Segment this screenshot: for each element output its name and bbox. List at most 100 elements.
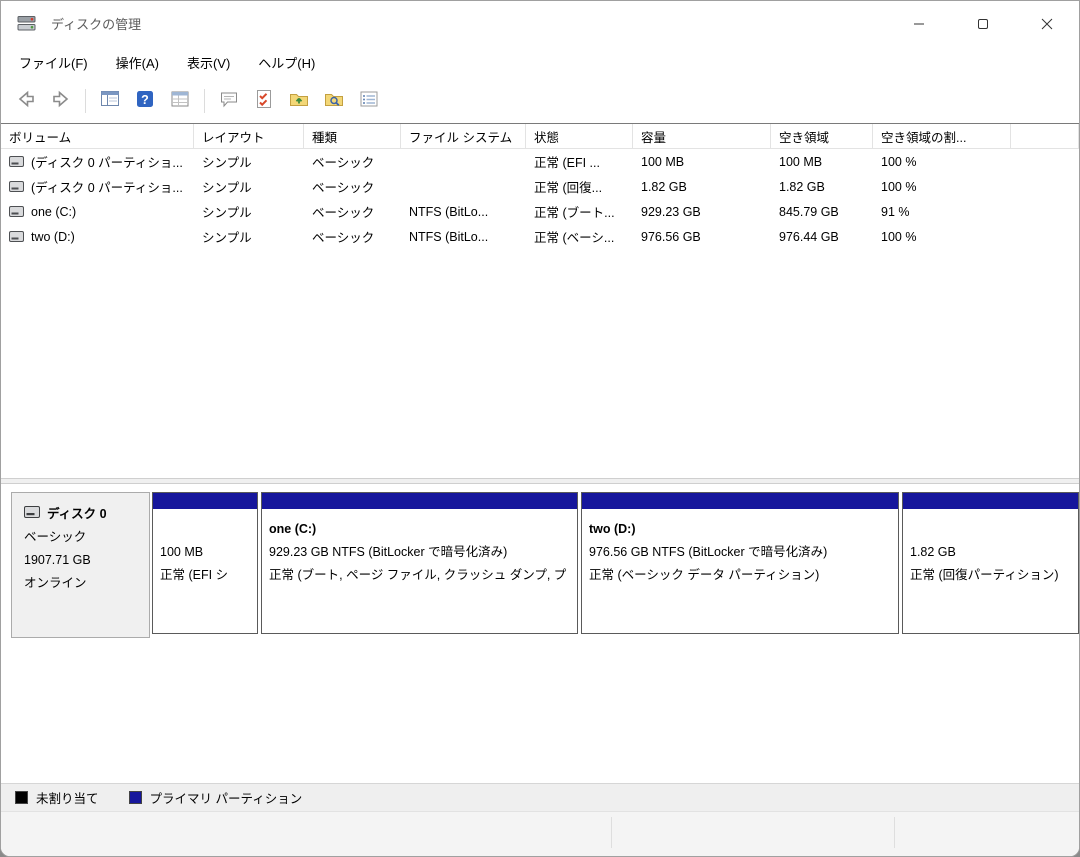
close-button[interactable] <box>1015 1 1079 46</box>
window-title: ディスクの管理 <box>51 14 141 33</box>
volume-row-recovery[interactable]: (ディスク 0 パーティショ... シンプル ベーシック 正常 (回復... 1… <box>1 174 1079 199</box>
column-header-file-system[interactable]: ファイル システム <box>401 124 526 148</box>
app-icon <box>17 15 39 33</box>
back-arrow-icon <box>15 88 37 115</box>
cell-file-system <box>401 149 526 174</box>
back-button[interactable] <box>11 86 41 116</box>
help-button[interactable]: ? <box>130 86 160 116</box>
cell-free-space: 845.79 GB <box>771 199 873 224</box>
cell-file-system <box>401 174 526 199</box>
cell-capacity: 976.56 GB <box>633 224 771 249</box>
cell-percent-free: 100 % <box>873 174 1011 199</box>
menu-help[interactable]: ヘルプ(H) <box>248 48 325 77</box>
action-pane-button[interactable] <box>214 86 244 116</box>
column-header-free-space[interactable]: 空き領域 <box>771 124 873 148</box>
disk-name: ディスク 0 <box>47 503 107 526</box>
partition-one-c[interactable]: one (C:) 929.23 GB NTFS (BitLocker で暗号化済… <box>261 492 578 634</box>
column-header-type[interactable]: 種類 <box>304 124 401 148</box>
forward-button[interactable] <box>46 86 76 116</box>
column-header-filler <box>1011 124 1079 148</box>
column-header-percent-free[interactable]: 空き領域の割... <box>873 124 1011 148</box>
unallocated-swatch <box>15 791 28 804</box>
partition-title <box>160 518 250 541</box>
volume-name: one (C:) <box>31 205 76 219</box>
forward-arrow-icon <box>50 88 72 115</box>
status-divider <box>894 817 895 848</box>
volume-name: (ディスク 0 パーティショ... <box>31 152 183 171</box>
column-header-layout[interactable]: レイアウト <box>194 124 304 148</box>
toolbar-separator <box>85 89 86 113</box>
minimize-button[interactable] <box>887 1 951 46</box>
disk-status: オンライン <box>24 572 149 595</box>
cell-filler <box>1011 149 1079 174</box>
partition-size: 929.23 GB NTFS (BitLocker で暗号化済み) <box>269 541 570 564</box>
details-view-button[interactable] <box>354 86 384 116</box>
partition-two-d[interactable]: two (D:) 976.56 GB NTFS (BitLocker で暗号化済… <box>581 492 899 634</box>
partition-status: 正常 (ブート, ページ ファイル, クラッシュ ダンプ, プ <box>269 564 570 587</box>
find-button[interactable] <box>319 86 349 116</box>
cell-filler <box>1011 174 1079 199</box>
svg-text:?: ? <box>141 93 149 107</box>
menubar: ファイル(F) 操作(A) 表示(V) ヘルプ(H) <box>1 46 1079 79</box>
partition-type-bar <box>903 493 1078 509</box>
main-client-area: ボリューム レイアウト 種類 ファイル システム 状態 容量 空き領域 空き領域… <box>1 123 1079 856</box>
cell-free-space: 100 MB <box>771 149 873 174</box>
cell-capacity: 1.82 GB <box>633 174 771 199</box>
legend-item-unallocated: 未割り当て <box>15 788 99 807</box>
volume-row-two-d[interactable]: two (D:) シンプル ベーシック NTFS (BitLo... 正常 (ベ… <box>1 224 1079 249</box>
volume-icon <box>9 206 24 217</box>
disk-size: 1907.71 GB <box>24 549 149 572</box>
partition-type-bar <box>582 493 898 509</box>
legend-label: プライマリ パーティション <box>150 788 303 807</box>
legend-label: 未割り当て <box>36 788 99 807</box>
properties-button[interactable] <box>165 86 195 116</box>
column-header-status[interactable]: 状態 <box>526 124 633 148</box>
partition-title <box>910 518 1071 541</box>
column-header-volume[interactable]: ボリューム <box>1 124 194 148</box>
cell-status: 正常 (ベーシ... <box>526 224 633 249</box>
titlebar: ディスクの管理 <box>1 1 1079 46</box>
export-button[interactable] <box>284 86 314 116</box>
volume-list-pane: ボリューム レイアウト 種類 ファイル システム 状態 容量 空き領域 空き領域… <box>1 124 1079 478</box>
console-window-icon <box>99 88 121 115</box>
properties-table-icon <box>169 88 191 115</box>
volume-icon <box>9 181 24 192</box>
console-tree-button[interactable] <box>95 86 125 116</box>
partition-status: 正常 (ベーシック データ パーティション) <box>589 564 891 587</box>
column-header-capacity[interactable]: 容量 <box>633 124 771 148</box>
partitions-row: 100 MB 正常 (EFI シ one (C:) 929.23 GB NTFS… <box>152 492 1079 634</box>
disk-title: ディスク 0 <box>24 503 149 526</box>
check-status-button[interactable] <box>249 86 279 116</box>
volume-icon <box>9 156 24 167</box>
menu-view[interactable]: 表示(V) <box>177 48 240 77</box>
maximize-button[interactable] <box>951 1 1015 46</box>
volume-name: two (D:) <box>31 230 75 244</box>
window-controls <box>887 1 1079 46</box>
primary-partition-swatch <box>129 791 142 804</box>
cell-volume: (ディスク 0 パーティショ... <box>1 174 194 199</box>
cell-percent-free: 100 % <box>873 149 1011 174</box>
cell-volume: one (C:) <box>1 199 194 224</box>
partition-size: 1.82 GB <box>910 541 1071 564</box>
cell-free-space: 1.82 GB <box>771 174 873 199</box>
volume-row-one-c[interactable]: one (C:) シンプル ベーシック NTFS (BitLo... 正常 (ブ… <box>1 199 1079 224</box>
cell-type: ベーシック <box>304 199 401 224</box>
status-strip <box>1 811 1079 856</box>
details-list-icon <box>358 88 380 115</box>
cell-layout: シンプル <box>194 199 304 224</box>
menu-file[interactable]: ファイル(F) <box>9 48 98 77</box>
legend-bar: 未割り当て プライマリ パーティション <box>1 783 1079 811</box>
partition-title: two (D:) <box>589 518 891 541</box>
cell-volume: two (D:) <box>1 224 194 249</box>
status-divider <box>611 817 612 848</box>
disk-0-row: ディスク 0 ベーシック 1907.71 GB オンライン 100 MB 正常 … <box>11 492 1079 638</box>
menu-action[interactable]: 操作(A) <box>106 48 169 77</box>
cell-layout: シンプル <box>194 174 304 199</box>
volume-row-efi[interactable]: (ディスク 0 パーティショ... シンプル ベーシック 正常 (EFI ...… <box>1 149 1079 174</box>
cell-capacity: 100 MB <box>633 149 771 174</box>
partition-efi[interactable]: 100 MB 正常 (EFI シ <box>152 492 258 634</box>
partition-recovery[interactable]: 1.82 GB 正常 (回復パーティション) <box>902 492 1079 634</box>
cell-file-system: NTFS (BitLo... <box>401 224 526 249</box>
cell-status: 正常 (EFI ... <box>526 149 633 174</box>
disk-info-panel[interactable]: ディスク 0 ベーシック 1907.71 GB オンライン <box>11 492 150 638</box>
